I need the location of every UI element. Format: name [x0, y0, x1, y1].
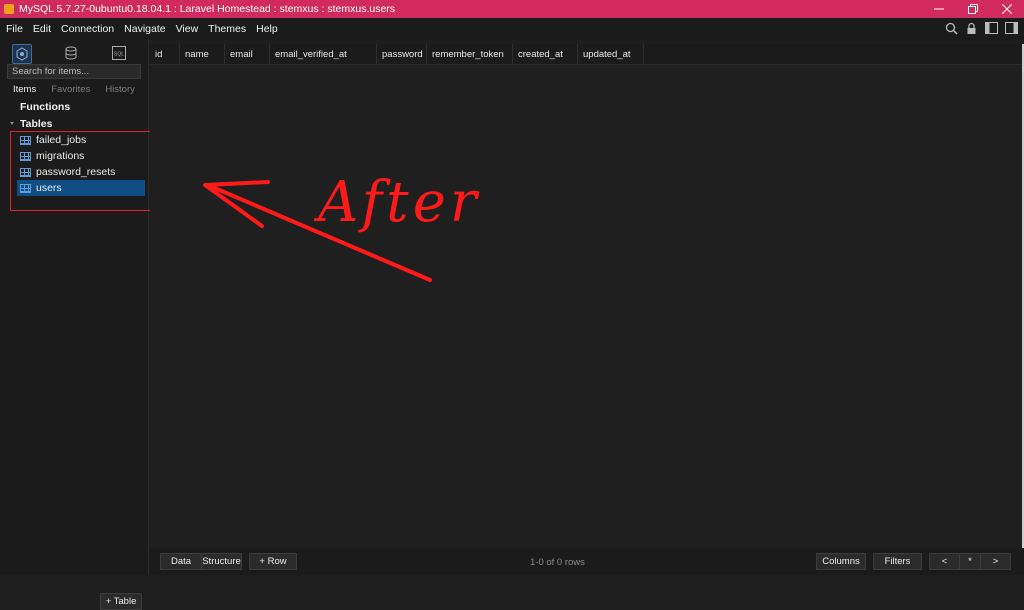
grid-header: id name email email_verified_at password… [150, 44, 1022, 65]
tables-section[interactable]: Tables [20, 118, 52, 130]
sql-icon-label: SQL [114, 52, 124, 58]
menu-edit[interactable]: Edit [28, 23, 56, 35]
menu-view[interactable]: View [171, 23, 204, 35]
menu-help[interactable]: Help [251, 23, 283, 35]
search-icon[interactable] [944, 21, 958, 35]
column-header[interactable]: password [377, 44, 427, 64]
close-icon[interactable] [990, 0, 1024, 18]
minimize-icon[interactable] [922, 0, 956, 18]
column-header[interactable]: created_at [513, 44, 578, 64]
data-tab-button[interactable]: Data [160, 553, 202, 570]
column-header[interactable]: email [225, 44, 270, 64]
next-page-button[interactable]: > [980, 553, 1011, 570]
prev-page-button[interactable]: < [929, 553, 960, 570]
sql-query-icon[interactable]: SQL [110, 44, 128, 62]
column-header[interactable]: id [150, 44, 180, 64]
column-header[interactable]: updated_at [578, 44, 644, 64]
add-table-button[interactable]: + Table [100, 593, 142, 610]
column-header[interactable]: remember_token [427, 44, 513, 64]
title-bar: MySQL 5.7.27-0ubuntu0.18.04.1 : Laravel … [0, 0, 1024, 18]
menu-file[interactable]: File [0, 23, 28, 35]
tables-collapse-icon[interactable] [10, 122, 14, 125]
window-controls [922, 0, 1024, 18]
column-header[interactable]: name [180, 44, 225, 64]
database-icon[interactable] [62, 44, 80, 62]
add-row-button[interactable]: + Row [249, 553, 297, 570]
data-grid: id name email email_verified_at password… [150, 44, 1022, 548]
filters-button[interactable]: Filters [873, 553, 922, 570]
app-icon [4, 4, 14, 14]
toggle-right-panel-icon[interactable] [1004, 21, 1018, 35]
all-pages-button[interactable]: * [959, 553, 981, 570]
tab-history[interactable]: History [105, 84, 135, 95]
tab-items[interactable]: Items [13, 84, 36, 95]
toolbar-right [944, 21, 1018, 35]
search-input[interactable] [7, 64, 141, 79]
toggle-left-panel-icon[interactable] [984, 21, 998, 35]
columns-button[interactable]: Columns [816, 553, 866, 570]
sidebar: SQL Items Favorites History Functions Ta… [0, 40, 149, 610]
sidebar-tabs: Items Favorites History [13, 84, 135, 95]
menu-navigate[interactable]: Navigate [119, 23, 170, 35]
menu-themes[interactable]: Themes [203, 23, 251, 35]
tab-favorites[interactable]: Favorites [51, 84, 90, 95]
structure-tab-button[interactable]: Structure [201, 553, 242, 570]
sidebar-mode-icons: SQL [12, 44, 128, 64]
column-header[interactable]: email_verified_at [270, 44, 377, 64]
window-title: MySQL 5.7.27-0ubuntu0.18.04.1 : Laravel … [19, 3, 396, 15]
lock-icon[interactable] [964, 21, 978, 35]
functions-section[interactable]: Functions [20, 101, 70, 113]
connection-icon[interactable] [12, 44, 32, 64]
bottom-bar: Data Structure + Row 1-0 of 0 rows Colum… [150, 548, 1024, 575]
menu-bar: File Edit Connection Navigate View Theme… [0, 18, 1024, 40]
menu-connection[interactable]: Connection [56, 23, 119, 35]
row-count: 1-0 of 0 rows [530, 557, 585, 568]
annotation-text: After [318, 170, 481, 235]
restore-icon[interactable] [956, 0, 990, 18]
